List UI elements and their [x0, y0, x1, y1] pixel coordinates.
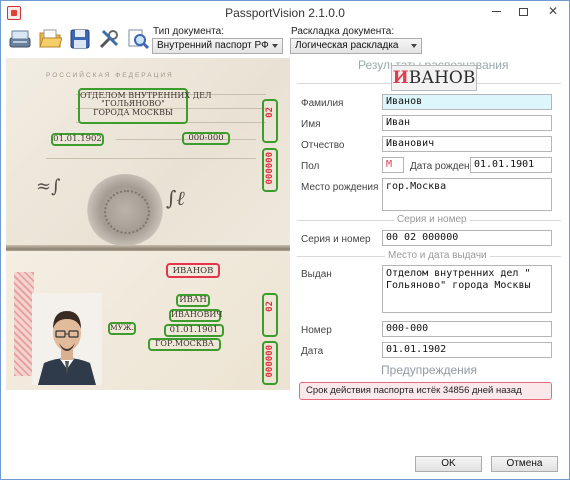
issued-by-field[interactable]: Отделом внутренних дел " Гольяново" горо…: [382, 265, 552, 313]
scanner-icon[interactable]: [8, 27, 32, 51]
date-label: Дата: [301, 346, 324, 357]
minimize-button[interactable]: [483, 1, 509, 21]
app-window: PassportVision 2.1.0.0 ✕ Тип документа: …: [0, 0, 570, 480]
passport-photo: [32, 293, 102, 385]
warnings-title: Предупреждения: [381, 363, 477, 377]
date-field[interactable]: 01.01.1902: [382, 342, 552, 358]
number-digits: 000000: [265, 345, 275, 378]
open-folder-icon[interactable]: [38, 27, 62, 51]
series-top-highlight: 02: [262, 99, 278, 143]
signature: ≈∫: [36, 176, 61, 197]
number-bottom-highlight: 000000: [262, 341, 278, 385]
issue-section-title: Место и дата выдачи: [385, 250, 490, 261]
issued-by-label: Выдан: [301, 269, 332, 280]
series-digits: 02: [265, 107, 275, 118]
birth-date-field[interactable]: 01.01.1901: [470, 157, 552, 173]
dept-code-highlight: 000-000: [182, 132, 230, 145]
surname-preview-first: И: [392, 68, 409, 88]
series-digits: 02: [265, 301, 275, 312]
series-field[interactable]: 00 02 000000: [382, 230, 552, 246]
divider: [46, 158, 256, 159]
search-document-icon[interactable]: [126, 27, 150, 51]
series-section-title: Серия и номер: [394, 214, 470, 225]
close-button[interactable]: ✕: [537, 1, 569, 21]
code-field[interactable]: 000-000: [382, 321, 552, 337]
birth-date-highlight: 01.01.1901: [164, 324, 224, 337]
person-photo-icon: [32, 293, 102, 385]
number-digits: 000000: [265, 152, 275, 185]
save-icon[interactable]: [68, 27, 92, 51]
issued-by-line: ГОРОДА МОСКВЫ: [93, 107, 173, 117]
passport-header: РОССИЙСКАЯ ФЕДЕРАЦИЯ: [46, 72, 174, 79]
birth-place-highlight: ГОР.МОСКВА: [148, 338, 221, 351]
surname-highlight: ИВАНОВ: [166, 263, 220, 278]
sex-label: Пол: [301, 161, 320, 172]
passport-stamp: [86, 174, 164, 246]
patronymic-field[interactable]: Иванович: [382, 136, 552, 152]
toolbar: Тип документа: Внутренний паспорт РФ Рас…: [1, 25, 569, 55]
birth-place-label: Место рождения: [301, 182, 379, 193]
doc-type-select[interactable]: Внутренний паспорт РФ: [152, 38, 283, 54]
cancel-button[interactable]: Отмена: [491, 456, 558, 472]
maximize-button[interactable]: [510, 1, 536, 21]
ok-button[interactable]: OK: [415, 456, 482, 472]
layout-value: Логическая раскладка: [295, 40, 399, 51]
issued-by-highlight: ОТДЕЛОМ ВНУТРЕННИХ ДЕЛ "ГОЛЬЯНОВО" ГОРОД…: [78, 88, 212, 124]
issue-date-highlight: 01.01.1902: [51, 133, 104, 146]
watermark-band: [14, 272, 34, 376]
code-label: Номер: [301, 325, 332, 336]
warning-message: Срок действия паспорта истёк 34856 дней …: [299, 382, 552, 400]
patronymic-label: Отчество: [301, 140, 345, 151]
number-top-highlight: 000000: [262, 148, 278, 192]
patronymic-highlight: ИВАНОВИЧ: [169, 309, 223, 322]
chevron-down-icon: [411, 44, 417, 48]
signature: ∫ℓ: [166, 186, 185, 210]
tools-icon[interactable]: [97, 27, 121, 51]
layout-label: Раскладка документа:: [291, 26, 395, 37]
name-label: Имя: [301, 119, 321, 130]
series-bottom-highlight: 02: [262, 293, 278, 337]
name-highlight: ИВАН: [176, 294, 210, 307]
layout-select[interactable]: Логическая раскладка: [290, 38, 422, 54]
name-field[interactable]: Иван: [382, 115, 552, 131]
surname-preview: ИВАНОВ: [391, 65, 477, 91]
sex-field[interactable]: М: [382, 157, 404, 173]
chevron-down-icon: [272, 44, 278, 48]
title-bar: PassportVision 2.1.0.0 ✕: [1, 1, 569, 25]
passport-scan-image: РОССИЙСКАЯ ФЕДЕРАЦИЯ ≈∫ ∫ℓ ОТДЕЛОМ ВНУТР…: [6, 58, 290, 390]
surname-field[interactable]: Иванов: [382, 94, 552, 110]
doc-type-label: Тип документа:: [153, 26, 224, 37]
surname-label: Фамилия: [301, 98, 344, 109]
surname-preview-rest: ВАНОВ: [408, 68, 476, 88]
doc-type-value: Внутренний паспорт РФ: [157, 40, 269, 51]
birth-place-field[interactable]: гор.Москва: [382, 178, 552, 211]
sex-highlight: МУЖ.: [108, 322, 136, 335]
series-label: Серия и номер: [301, 234, 371, 245]
